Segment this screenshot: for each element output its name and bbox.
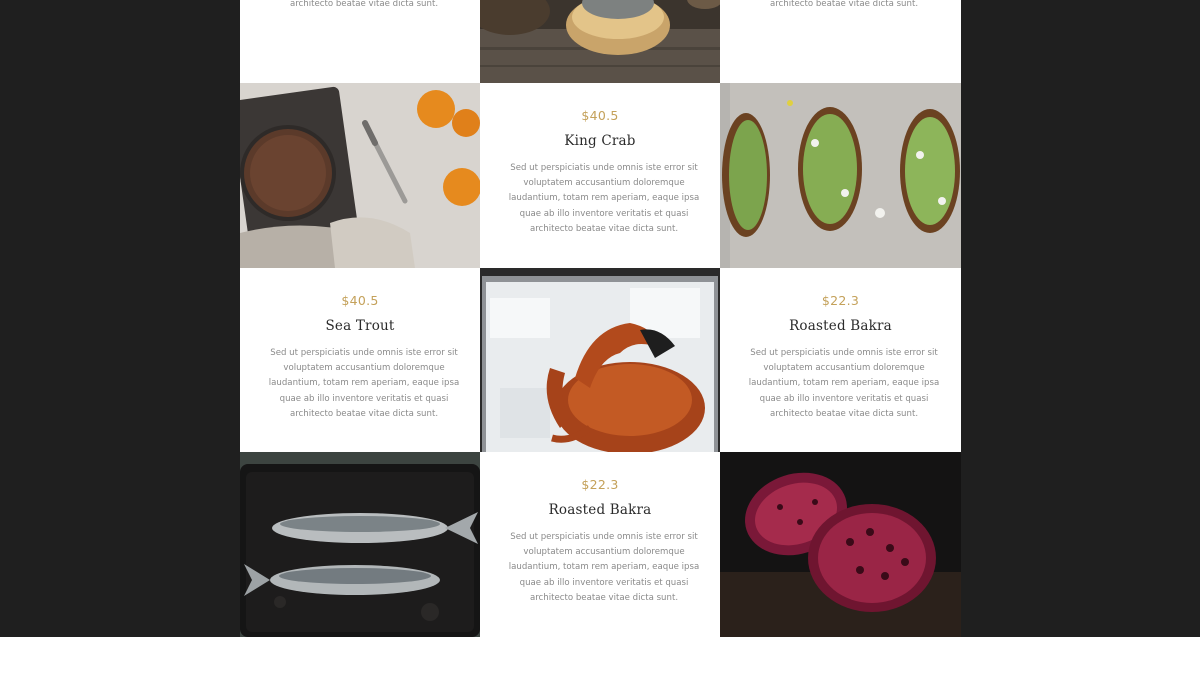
pie-oranges-photo [240,83,480,268]
menu-description: Sed ut perspiciatis unde omnis iste erro… [268,348,460,419]
menu-title: Sea Trout [325,318,395,334]
pomegranate-photo [720,452,961,637]
menu-price: $40.5 [341,293,379,308]
menu-description: Sed ut perspiciatis unde omnis iste erro… [748,348,940,419]
crab-photo [480,268,720,452]
menu-description: Sed ut perspiciatis unde omnis iste erro… [508,532,700,603]
menu-title: King Crab [564,133,636,149]
cheese-photo [480,0,720,83]
menu-card-sea-trout: $40.5 Sea Trout Sed ut perspiciatis unde… [240,268,480,452]
page-footer-band [0,637,1200,675]
menu-price: $40.5 [581,108,619,123]
menu-title: Roasted Bakra [789,318,892,334]
menu-title: Roasted Bakra [548,502,652,518]
menu-price: $22.3 [821,293,860,308]
menu-section: Sed ut perspiciatis unde omnis iste erro… [0,0,1200,637]
menu-card-top-left: Sed ut perspiciatis unde omnis iste erro… [240,0,480,83]
menu-description: Sed ut perspiciatis unde omnis iste erro… [769,0,919,9]
menu-card-roasted-bakra-2: $22.3 Roasted Bakra Sed ut perspiciatis … [480,452,720,637]
menu-card-roasted-bakra: $22.3 Roasted Bakra Sed ut perspiciatis … [720,268,961,452]
menu-card-top-right: Sed ut perspiciatis unde omnis iste erro… [720,0,961,83]
menu-card-king-crab: $40.5 King Crab Sed ut perspiciatis unde… [480,83,720,268]
fish-photo [240,452,480,637]
toast-photo [720,83,961,268]
menu-grid: Sed ut perspiciatis unde omnis iste erro… [240,0,961,637]
menu-price: $22.3 [581,477,619,492]
menu-description: Sed ut perspiciatis unde omnis iste erro… [289,0,439,9]
menu-description: Sed ut perspiciatis unde omnis iste erro… [508,163,700,234]
